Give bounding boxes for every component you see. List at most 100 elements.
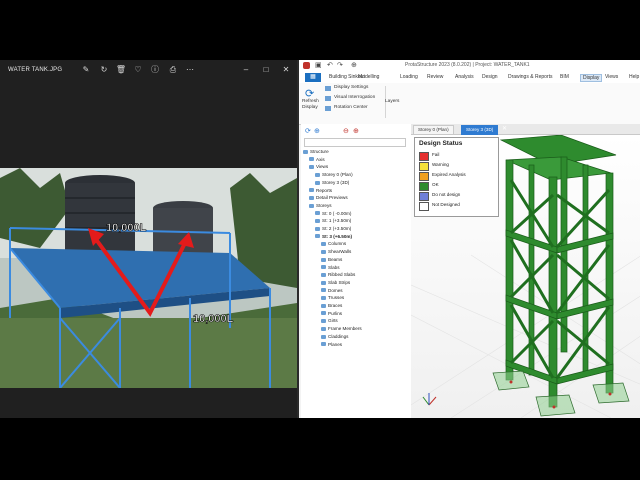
- ribbon-tab-help[interactable]: Help: [629, 74, 639, 80]
- tree-node[interactable]: Trusses: [321, 294, 344, 301]
- tree-node[interactable]: St: 0 ( -0.00m): [315, 210, 351, 217]
- tree-node-label: Detail Previews: [316, 195, 348, 201]
- legend-swatch: [419, 202, 429, 211]
- tree-node[interactable]: Axis: [309, 156, 325, 163]
- tree-globe-icon[interactable]: ⊕: [314, 127, 320, 135]
- edit-icon[interactable]: ✎: [80, 64, 92, 76]
- tree-node-icon: [315, 172, 320, 177]
- visual-interrogation-button[interactable]: Visual Interrogation: [334, 95, 375, 100]
- tree-node[interactable]: Claddings: [321, 333, 348, 340]
- tree-node[interactable]: Views: [309, 163, 328, 170]
- tree-node-icon: [321, 272, 326, 277]
- ribbon-tab-modelling[interactable]: Modelling: [358, 74, 379, 80]
- tree-node[interactable]: Ribbed Slabs: [321, 271, 355, 278]
- rotate-icon[interactable]: ↻: [98, 64, 110, 76]
- legend-label: Warning: [432, 162, 449, 167]
- legend-swatch: [419, 172, 429, 181]
- tank-label-1: 10,000L: [106, 222, 147, 234]
- tree-refresh-icon[interactable]: ⟳: [305, 127, 311, 135]
- tree-node[interactable]: Reports: [309, 187, 332, 194]
- tree-search-input[interactable]: [304, 138, 406, 147]
- tree-node[interactable]: Storeys: [309, 202, 332, 209]
- tree-node[interactable]: Planes: [321, 341, 342, 348]
- tree-node[interactable]: Detail Previews: [309, 194, 348, 201]
- tree-node[interactable]: Slab Strips: [321, 279, 350, 286]
- tree-zoom-icon[interactable]: ⊖: [343, 127, 349, 135]
- legend-item: Not Designed: [419, 201, 495, 211]
- maximize-icon[interactable]: □: [260, 64, 272, 76]
- tree-zoom-in-icon[interactable]: ⊕: [353, 127, 359, 135]
- info-icon[interactable]: ⓘ: [149, 64, 161, 76]
- tree-node-icon: [309, 157, 314, 162]
- tree-node-icon: [321, 280, 326, 285]
- file-tab[interactable]: ▦: [305, 73, 321, 82]
- tree-node-label: Views: [316, 164, 329, 170]
- tree-node-icon: [309, 165, 314, 170]
- ribbon-tab-bim[interactable]: BIM: [560, 74, 569, 80]
- ribbon-tab-views[interactable]: Views: [605, 74, 618, 80]
- tree-node[interactable]: Slabs: [321, 264, 340, 271]
- tree-node[interactable]: Purlins: [321, 310, 342, 317]
- ribbon-tab-display[interactable]: Display: [580, 74, 603, 82]
- delete-icon[interactable]: 🗑: [115, 64, 127, 76]
- tree-node-label: Structure: [310, 149, 329, 154]
- save-icon[interactable]: ▣: [315, 61, 322, 69]
- tree-node-label: Frame Members: [328, 326, 362, 332]
- tree-node-label: Axis: [316, 156, 325, 162]
- tree-node-icon: [321, 311, 326, 316]
- tree-node[interactable]: Storey 3 (3D): [315, 179, 349, 186]
- tree-node-label: Girts: [328, 318, 338, 324]
- display-settings-button[interactable]: Display Settings: [334, 85, 368, 90]
- ribbon-tab-review[interactable]: Review: [427, 74, 443, 80]
- tree-node[interactable]: Structure: [303, 148, 329, 155]
- tree-node-label: Columns: [328, 241, 347, 247]
- undo-icon[interactable]: ↶: [327, 61, 333, 69]
- tree-node-icon: [321, 303, 326, 308]
- tree-node[interactable]: St: 1 (+3.50m): [315, 217, 351, 224]
- app-title: ProtaStructure 2023 (8.0.202) | Project:…: [405, 62, 530, 68]
- tree-node-label: Slab Strips: [328, 279, 351, 285]
- tree-node-icon: [315, 211, 320, 216]
- minimize-icon[interactable]: –: [240, 64, 252, 76]
- tree-node-icon: [309, 195, 314, 200]
- tree-node[interactable]: Beams: [321, 256, 342, 263]
- tree-node-icon: [315, 226, 320, 231]
- viewer-title: WATER TANK.JPG: [8, 67, 63, 73]
- model-view[interactable]: Storey 0 (Plan) Storey 3 (3D) ✕ Design S…: [411, 124, 640, 418]
- ribbon-tab-drawings-reports[interactable]: Drawings & Reports: [508, 74, 552, 80]
- close-icon[interactable]: ✕: [280, 64, 292, 76]
- print-icon[interactable]: ⎙: [167, 64, 179, 76]
- refresh-display-button[interactable]: Refresh Display: [302, 99, 319, 111]
- favorite-icon[interactable]: ♡: [132, 64, 144, 76]
- tree-node-icon: [303, 149, 308, 154]
- tree-node[interactable]: St: 2 (+3.50m): [315, 225, 351, 232]
- tree-node[interactable]: Frame Members: [321, 325, 362, 332]
- ribbon-tab-analysis[interactable]: Analysis: [455, 74, 474, 80]
- close-tab-icon[interactable]: ✕: [502, 125, 507, 132]
- tree-node-label: St: 0 ( -0.00m): [322, 210, 352, 216]
- tree-node[interactable]: Domes: [321, 287, 343, 294]
- tree-node-icon: [315, 234, 320, 239]
- tree-node[interactable]: Storey 0 (Plan): [315, 171, 353, 178]
- tree-node-icon: [321, 334, 326, 339]
- tree-node[interactable]: ShearWalls: [321, 248, 351, 255]
- app-titlebar: ▣ ↶ ↷ ⊕ ProtaStructure 2023 (8.0.202) | …: [299, 60, 640, 72]
- tree-node[interactable]: Columns: [321, 240, 346, 247]
- app-logo-icon: [303, 62, 310, 69]
- tree-node[interactable]: Girts: [321, 317, 338, 324]
- zoom-icon[interactable]: ⊕: [351, 61, 357, 69]
- view-tab[interactable]: Storey 0 (Plan): [413, 125, 454, 135]
- layers-button[interactable]: Layers: [385, 99, 399, 104]
- more-icon[interactable]: ⋯: [184, 64, 196, 76]
- ribbon-tab-design[interactable]: Design: [482, 74, 498, 80]
- rotation-center-button[interactable]: Rotation Center: [334, 105, 368, 110]
- tree-node-icon: [315, 219, 320, 224]
- tree-node[interactable]: St: 3 (+6.50m): [315, 233, 352, 240]
- legend-swatch: [419, 152, 429, 161]
- tree-node-label: Domes: [328, 287, 343, 293]
- ribbon-tab-loading[interactable]: Loading: [400, 74, 418, 80]
- tree-node-icon: [321, 265, 326, 270]
- view-tab[interactable]: Storey 3 (3D): [461, 125, 499, 135]
- redo-icon[interactable]: ↷: [337, 61, 343, 69]
- tree-node[interactable]: Braces: [321, 302, 342, 309]
